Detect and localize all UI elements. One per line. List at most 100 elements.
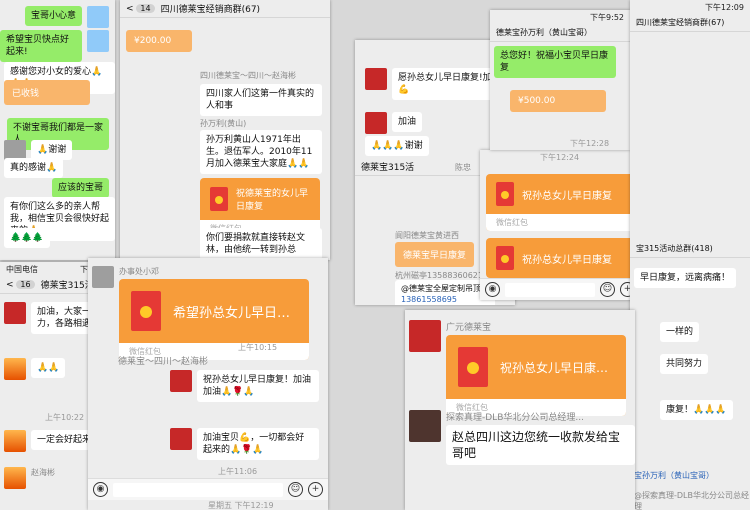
message-bubble: 一样的 (660, 322, 700, 343)
chat-title: 德莱宝孙万利（黄山宝哥） (496, 28, 592, 37)
message-bubble: 🙏🙏 (31, 358, 66, 379)
phone-link[interactable]: 13861558695 (401, 295, 457, 304)
input-bar: ◉ ☺ + (88, 478, 328, 500)
timestamp: 上午10:15 (238, 343, 278, 352)
message-bubble: 加油 (392, 112, 423, 133)
transfer-card[interactable]: ¥200.00 (126, 30, 192, 52)
emoji-icon[interactable]: ☺ (288, 482, 303, 497)
red-packet[interactable]: 希望孙总女儿早日… 微信红包 (119, 279, 309, 360)
footer-link[interactable]: 宝孙万利（黄山宝哥） (634, 470, 714, 481)
message-bubble: 宝哥小心意 (24, 6, 82, 27)
red-envelope-icon (496, 246, 514, 270)
message-bubble: 康复！🙏🙏🙏 (660, 400, 733, 421)
chat-screenshot-6: 下午9:52 德莱宝孙万利（黄山宝哥） 总您好！祝福小宝贝早日康复 ¥500.0… (490, 10, 630, 150)
avatar (409, 410, 441, 442)
message-bubble: 🙏🙏🙏谢谢 (365, 136, 429, 157)
red-packet[interactable]: 祝孙总女儿早日康… 微信红包 (446, 335, 626, 416)
back-button[interactable]: < 16 (6, 279, 35, 290)
back-button[interactable]: < 14 (126, 3, 155, 14)
avatar (170, 428, 192, 450)
timestamp: 上午10:22 (45, 413, 85, 422)
chat-title: 宝315活动总群(418) (636, 244, 713, 253)
avatar (4, 358, 26, 380)
sender-name: 陈忠 (455, 163, 471, 172)
timestamp: 上午11:06 (218, 467, 258, 476)
chat-title: 四川德莱宝经销商群(67) (160, 5, 261, 15)
red-packet[interactable]: 祝孙总女儿早日康复微信红包 (486, 174, 634, 231)
unread-badge: 16 (16, 279, 35, 289)
chat-title-bar: 宝315活动总群(418) (630, 240, 750, 258)
timestamp: 下午12:28 (570, 139, 610, 148)
message-bubble: 希望宝贝快点好起来! (0, 30, 82, 63)
status-bar: 下午12:09 (630, 0, 750, 14)
transfer-card[interactable]: ¥500.00 (510, 90, 606, 112)
red-packet-text: 希望孙总女儿早日… (173, 305, 291, 321)
chat-screenshot-5b: 下午12:24 祝孙总女儿早日康复 微信红包 祝孙总女儿早日康复 ◉ ☺ + (480, 150, 640, 300)
red-packet[interactable]: 祝孙总女儿早日康复 (486, 238, 634, 278)
red-packet-label: 微信红包 (486, 214, 634, 231)
voice-icon[interactable]: ◉ (93, 482, 108, 497)
message-bubble: 🌲🌲🌲 (4, 228, 50, 249)
sender-name: 四川德莱宝～四川～赵海彬 (200, 71, 296, 80)
red-packet-text: 祝德莱宝的女儿早日康复 (236, 189, 309, 212)
sender-name: 阆阳德莱宝黄进西 (395, 231, 459, 240)
chat-screenshot-4: 办事处小邓 希望孙总女儿早日… 微信红包 德莱宝～四川～赵海彬 上午10:15 祝… (88, 258, 328, 510)
avatar (4, 467, 26, 489)
chat-title-bar: < 14 四川德莱宝经销商群(67) (120, 0, 330, 18)
transfer-card[interactable]: 德莱宝早日康复 (395, 242, 475, 267)
message-bubble: 祝孙总女儿早日康复！加油加油🙏🌹🙏 (197, 370, 319, 403)
input-bar: ◉ ☺ + (480, 278, 640, 300)
message-bubble: 共同努力 (660, 354, 709, 375)
unread-badge: 14 (136, 3, 155, 13)
red-packet-text: 祝孙总女儿早日康… (500, 360, 609, 375)
red-envelope-icon (210, 187, 228, 211)
sender-name: 赵海彬 (31, 468, 55, 477)
status-bar: 下午9:52 (490, 10, 630, 24)
clock-label: 下午12:09 (704, 2, 744, 12)
message-bubble: 早日康复，远离病痛！ (634, 268, 737, 289)
message-bubble: 孙万利黄山人1971年出生。退伍军人。2010年11月加入德莱宝大家庭🙏🙏 (200, 130, 322, 175)
chat-screenshot-1: 宝哥小心意 希望宝贝快点好起来! 感谢您对小女的爱心🙏🙏🙏 已收钱 不谢宝哥我们… (0, 0, 115, 260)
carrier-label: 中国电信 (6, 264, 38, 274)
footer-mention: @探索真理-DLB华北分公司总经理 (634, 491, 749, 510)
red-packet-text: 祝孙总女儿早日康复 (522, 254, 612, 266)
avatar (409, 320, 441, 352)
red-packet-text: 祝孙总女儿早日康复 (522, 190, 612, 202)
sender-name: 广元德莱宝 (446, 323, 492, 333)
sender-name: 德莱宝～四川～赵海彬 (118, 357, 209, 367)
message-bubble: 四川家人们这第一件真实的人和事 (200, 84, 322, 117)
message-input[interactable] (113, 482, 283, 497)
timestamp: 星期五 下午12:19 (208, 501, 274, 510)
chat-title-bar: 四川德莱宝经销商群(67) (630, 14, 750, 32)
avatar (92, 266, 114, 288)
avatar (4, 430, 26, 452)
chat-title: 德莱宝315活 (40, 281, 94, 291)
clock-label: 下午9:52 (590, 12, 624, 22)
message-bubble: 你们要捐款就直接转赵文林，由他统一转到孙总 (200, 228, 322, 260)
chat-screenshot-3: < 14 四川德莱宝经销商群(67) ¥200.00 四川德莱宝～四川～赵海彬 四… (120, 0, 330, 260)
transfer-card[interactable]: 已收钱 (4, 80, 90, 105)
chat-title-bar: 德莱宝孙万利（黄山宝哥） (490, 24, 630, 42)
message-bubble: 赵总四川这边您统一收款发给宝哥吧 (446, 425, 635, 466)
sender-name: 孙万利(黄山) (200, 119, 247, 128)
red-envelope-icon (496, 182, 514, 206)
chat-title: 四川德莱宝经销商群(67) (636, 18, 725, 27)
avatar (170, 370, 192, 392)
avatar (4, 302, 26, 324)
timestamp: 下午12:24 (540, 153, 580, 162)
message-bubble: 总您好！祝福小宝贝早日康复 (494, 46, 616, 79)
message-bubble: 加油宝贝💪，一切都会好起来的🙏🌹🙏 (197, 428, 319, 461)
avatar (87, 6, 109, 28)
message-bubble: 应该的宝哥 (51, 178, 109, 199)
sender-name: 探索真理-DLB华北分公司总经理... (446, 413, 584, 423)
message-input[interactable] (505, 282, 595, 297)
red-envelope-icon (458, 347, 488, 387)
avatar (365, 112, 387, 134)
emoji-icon[interactable]: ☺ (600, 282, 615, 297)
plus-icon[interactable]: + (308, 482, 323, 497)
voice-icon[interactable]: ◉ (485, 282, 500, 297)
avatar (365, 68, 387, 90)
avatar (87, 30, 109, 52)
mention-text: @德莱宝全屋定制吊顶沈 (401, 284, 489, 293)
sender-name: 办事处小邓 (119, 267, 159, 276)
